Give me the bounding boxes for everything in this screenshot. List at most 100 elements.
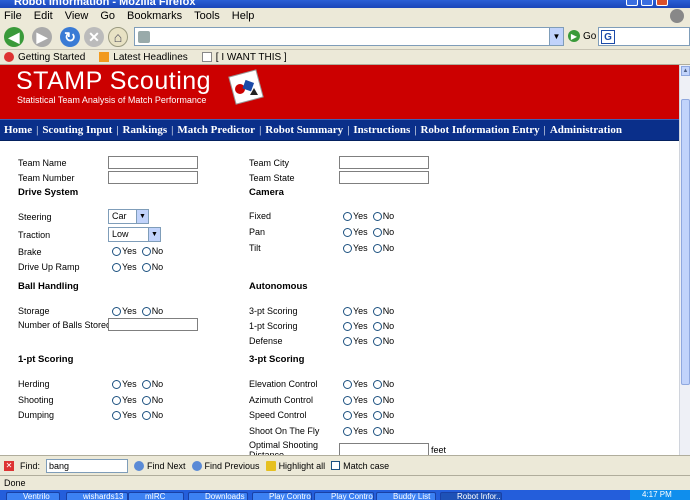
dumping-no-radio[interactable]: No xyxy=(141,410,163,420)
herding-no-radio[interactable]: No xyxy=(141,379,163,389)
brake-no-radio[interactable]: No xyxy=(141,246,163,256)
azimuth-yes-radio[interactable]: Yes xyxy=(343,395,368,405)
team-name-input[interactable] xyxy=(108,156,198,169)
vertical-scrollbar[interactable]: ▲ xyxy=(679,65,690,455)
team-number-input[interactable] xyxy=(108,171,198,184)
defense-no-radio[interactable]: No xyxy=(372,336,394,346)
ramp-yes-radio[interactable]: Yes xyxy=(112,262,137,272)
bookmark-i-want-this[interactable]: [ I WANT THIS ] xyxy=(201,52,287,63)
speed-no-radio[interactable]: No xyxy=(372,410,394,420)
azimuth-no-radio[interactable]: No xyxy=(372,395,394,405)
taskbar-item-wishards13[interactable]: wishards13 xyxy=(66,492,128,500)
bookmark-getting-started[interactable]: Getting Started xyxy=(4,52,85,63)
shooting-no-radio[interactable]: No xyxy=(141,395,163,405)
elevation-yes-radio[interactable]: Yes xyxy=(343,379,368,389)
find-previous-button[interactable]: Find Previous xyxy=(191,460,260,471)
speed-yes-radio[interactable]: Yes xyxy=(343,410,368,420)
go-arrow-icon: ▶ xyxy=(568,30,580,42)
nav-rankings[interactable]: Rankings xyxy=(123,124,168,136)
taskbar-item-play-control-2[interactable]: Play Control xyxy=(314,492,374,500)
fly-no-radio[interactable]: No xyxy=(372,426,394,436)
brake-label: Brake xyxy=(18,247,42,257)
taskbar-item-buddy-list[interactable]: Buddy List xyxy=(376,492,436,500)
menu-help[interactable]: Help xyxy=(232,10,255,22)
shoot-on-the-fly-radio-group: Yes No xyxy=(343,426,396,436)
fixed-yes-radio[interactable]: Yes xyxy=(343,211,368,221)
taskbar-item-mirc[interactable]: mIRC xyxy=(128,492,184,500)
tilt-no-radio[interactable]: No xyxy=(372,243,394,253)
maximize-button[interactable] xyxy=(641,0,653,6)
nav-administration[interactable]: Administration xyxy=(550,124,622,136)
forward-arrow-icon[interactable]: ▶ xyxy=(32,27,52,47)
menu-edit[interactable]: Edit xyxy=(34,10,53,22)
match-case-checkbox[interactable]: Match case xyxy=(331,461,389,471)
go-button[interactable]: ▶ Go xyxy=(568,30,596,42)
menu-bookmarks[interactable]: Bookmarks xyxy=(127,10,182,22)
team-state-input[interactable] xyxy=(339,171,429,184)
bookmark-label: Getting Started xyxy=(18,51,86,63)
reload-icon[interactable]: ↻ xyxy=(60,27,80,47)
auto-3pt-label: 3-pt Scoring xyxy=(249,306,298,316)
bookmark-latest-headlines[interactable]: Latest Headlines xyxy=(99,52,188,63)
pan-yes-radio[interactable]: Yes xyxy=(343,227,368,237)
find-next-button[interactable]: Find Next xyxy=(134,460,186,471)
back-arrow-icon[interactable]: ◀ xyxy=(4,27,24,47)
auto-1pt-yes-radio[interactable]: Yes xyxy=(343,321,368,331)
optimal-shooting-distance-input[interactable] xyxy=(339,443,429,455)
drive-system-heading: Drive System xyxy=(18,187,79,198)
traction-value: Low xyxy=(112,229,129,239)
speed-control-label: Speed Control xyxy=(249,410,307,420)
brake-yes-radio[interactable]: Yes xyxy=(112,246,137,256)
nav-match-predictor[interactable]: Match Predictor xyxy=(177,124,255,136)
team-city-input[interactable] xyxy=(339,156,429,169)
taskbar-item-play-control-1[interactable]: Play Control xyxy=(252,492,312,500)
dumping-label: Dumping xyxy=(18,410,55,420)
steering-value: Car xyxy=(112,211,127,221)
ramp-no-radio[interactable]: No xyxy=(141,262,163,272)
taskbar-item-ventrilo[interactable]: Ventrilo xyxy=(6,492,60,500)
nav-scouting-input[interactable]: Scouting Input xyxy=(42,124,112,136)
dumping-yes-radio[interactable]: Yes xyxy=(112,410,137,420)
stop-icon[interactable]: ✕ xyxy=(84,27,104,47)
taskbar-item-robot-info[interactable]: Robot Infor... xyxy=(440,492,502,500)
search-input[interactable]: G xyxy=(598,27,690,46)
number-balls-stored-input[interactable] xyxy=(108,318,198,331)
menu-view[interactable]: View xyxy=(65,10,89,22)
nav-robot-information-entry[interactable]: Robot Information Entry xyxy=(420,124,539,136)
auto-1pt-no-radio[interactable]: No xyxy=(372,321,394,331)
storage-no-radio[interactable]: No xyxy=(141,306,163,316)
fly-yes-radio[interactable]: Yes xyxy=(343,426,368,436)
auto-3pt-no-radio[interactable]: No xyxy=(372,306,394,316)
highlight-all-button[interactable]: Highlight all xyxy=(265,460,325,471)
traction-select[interactable]: Low ▼ xyxy=(108,227,161,242)
pan-no-radio[interactable]: No xyxy=(372,227,394,237)
scroll-up-arrow-icon[interactable]: ▲ xyxy=(681,66,690,76)
auto-3pt-yes-radio[interactable]: Yes xyxy=(343,306,368,316)
menu-go[interactable]: Go xyxy=(100,10,115,22)
fixed-no-radio[interactable]: No xyxy=(372,211,394,221)
find-input[interactable]: bang xyxy=(46,458,129,473)
status-bar: Done xyxy=(0,475,690,490)
url-dropdown-icon[interactable]: ▼ xyxy=(549,28,563,45)
url-bar[interactable]: ▼ xyxy=(134,27,564,46)
defense-yes-radio[interactable]: Yes xyxy=(343,336,368,346)
brake-radio-group: Yes No xyxy=(112,246,165,256)
menu-tools[interactable]: Tools xyxy=(194,10,220,22)
storage-yes-radio[interactable]: Yes xyxy=(112,306,137,316)
close-find-bar-icon[interactable]: ✕ xyxy=(4,460,14,471)
steering-select[interactable]: Car ▼ xyxy=(108,209,149,224)
shooting-label: Shooting xyxy=(18,395,54,405)
nav-home[interactable]: Home xyxy=(4,124,32,136)
scrollbar-thumb[interactable] xyxy=(681,99,690,385)
minimize-button[interactable] xyxy=(626,0,638,6)
tilt-yes-radio[interactable]: Yes xyxy=(343,243,368,253)
menu-file[interactable]: File xyxy=(4,10,22,22)
nav-robot-summary[interactable]: Robot Summary xyxy=(265,124,343,136)
close-window-button[interactable] xyxy=(656,0,668,6)
taskbar-item-downloads[interactable]: Downloads xyxy=(188,492,248,500)
shooting-yes-radio[interactable]: Yes xyxy=(112,395,137,405)
elevation-no-radio[interactable]: No xyxy=(372,379,394,389)
herding-yes-radio[interactable]: Yes xyxy=(112,379,137,389)
nav-instructions[interactable]: Instructions xyxy=(353,124,410,136)
home-icon[interactable]: ⌂ xyxy=(108,27,128,47)
